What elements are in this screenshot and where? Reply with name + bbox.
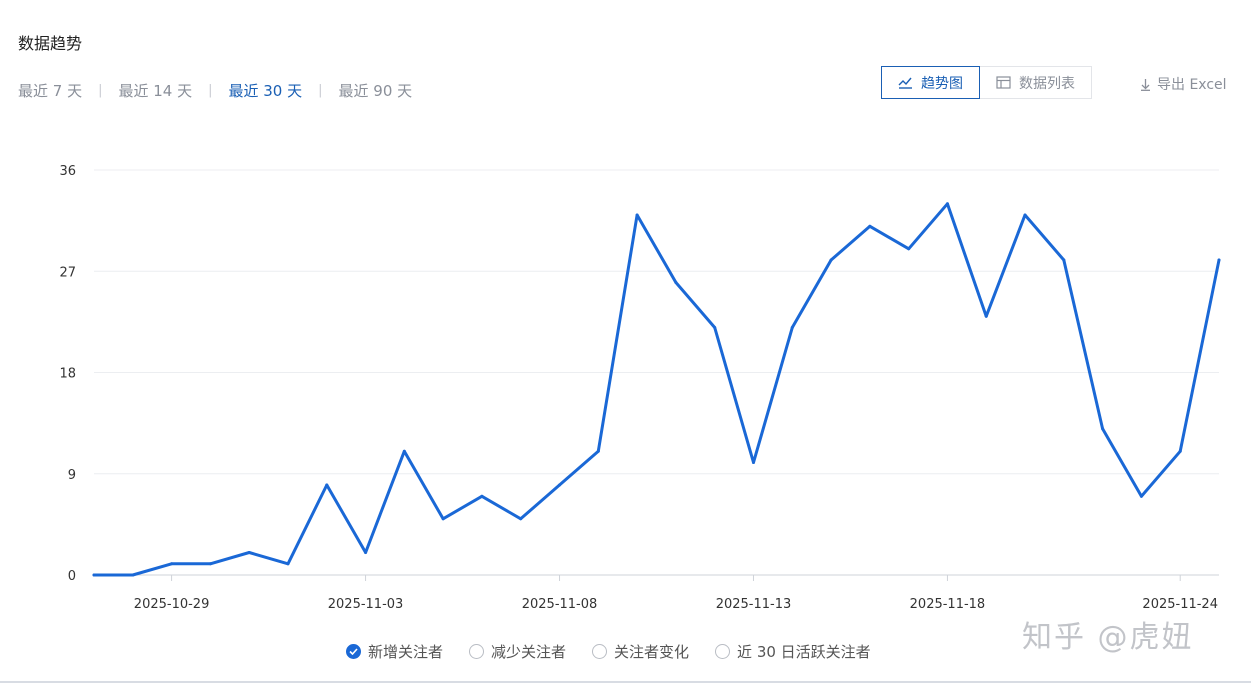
data-point[interactable] [519, 517, 523, 521]
chart-legend: 新增关注者 减少关注者 关注者变化 近 30 日活跃关注者 [346, 641, 871, 662]
data-point[interactable] [480, 494, 484, 498]
y-tick-label: 9 [68, 468, 76, 483]
data-point[interactable] [635, 213, 639, 217]
data-point[interactable] [441, 517, 445, 521]
data-point[interactable] [868, 224, 872, 228]
legend-label: 关注者变化 [614, 643, 690, 661]
data-point[interactable] [829, 258, 833, 262]
x-tick-label: 2025-11-24 [1142, 597, 1218, 612]
x-tick-label: 2025-11-13 [716, 597, 792, 612]
radio-icon [469, 644, 485, 659]
y-tick-label: 0 [68, 569, 76, 584]
radio-icon [715, 644, 731, 659]
y-tick-label: 27 [59, 265, 76, 280]
data-point[interactable] [325, 483, 329, 487]
legend-item-follower-change[interactable]: 关注者变化 [592, 641, 689, 662]
checked-radio-icon [346, 644, 361, 659]
legend-item-lost-followers[interactable]: 减少关注者 [469, 641, 566, 662]
x-tick-label: 2025-10-29 [134, 597, 210, 612]
data-point[interactable] [596, 449, 600, 453]
x-tick-label: 2025-11-08 [522, 597, 598, 612]
legend-label: 减少关注者 [491, 643, 567, 661]
data-point[interactable] [984, 314, 988, 318]
data-point[interactable] [286, 562, 290, 566]
radio-icon [592, 644, 608, 659]
legend-item-new-followers[interactable]: 新增关注者 [346, 641, 443, 662]
trend-line-chart: 09182736 2025-10-29 2025-11-03 2025-11-08 2… [59, 164, 1221, 612]
data-point[interactable] [364, 551, 368, 554]
data-point[interactable] [558, 483, 562, 487]
legend-item-active-followers[interactable]: 近 30 日活跃关注者 [715, 641, 871, 662]
data-point[interactable] [208, 562, 212, 566]
x-axis: 2025-10-29 2025-11-03 2025-11-08 2025-11-13… [134, 575, 1218, 612]
x-tick-label: 2025-11-18 [910, 597, 986, 612]
bottom-divider [0, 681, 1251, 683]
data-point[interactable] [1023, 213, 1027, 217]
data-point[interactable] [674, 281, 678, 284]
data-point[interactable] [1101, 427, 1105, 431]
series-line-new-followers [92, 202, 1221, 577]
x-tick-label: 2025-11-03 [328, 597, 404, 612]
watermark: 知乎 @虎妞 [1022, 620, 1194, 655]
data-point[interactable] [1062, 258, 1066, 262]
data-point[interactable] [402, 449, 406, 453]
data-point[interactable] [1178, 449, 1182, 453]
data-point[interactable] [1217, 258, 1221, 262]
legend-label: 近 30 日活跃关注者 [737, 643, 871, 661]
series-layer [92, 202, 1221, 577]
legend-label: 新增关注者 [368, 643, 444, 661]
data-point[interactable] [247, 551, 251, 554]
data-point[interactable] [170, 562, 174, 566]
data-point[interactable] [1139, 494, 1143, 498]
data-point[interactable] [907, 247, 911, 251]
y-axis-ticks: 0 9 18 27 36 [59, 164, 76, 584]
data-point[interactable] [713, 326, 717, 329]
data-point[interactable] [751, 461, 755, 464]
y-tick-label: 36 [59, 164, 76, 179]
y-tick-label: 18 [59, 367, 76, 382]
data-point[interactable] [92, 573, 96, 577]
data-point[interactable] [945, 202, 949, 206]
data-point[interactable] [131, 573, 135, 577]
data-point[interactable] [790, 326, 794, 329]
grid-lines [94, 169, 1219, 576]
